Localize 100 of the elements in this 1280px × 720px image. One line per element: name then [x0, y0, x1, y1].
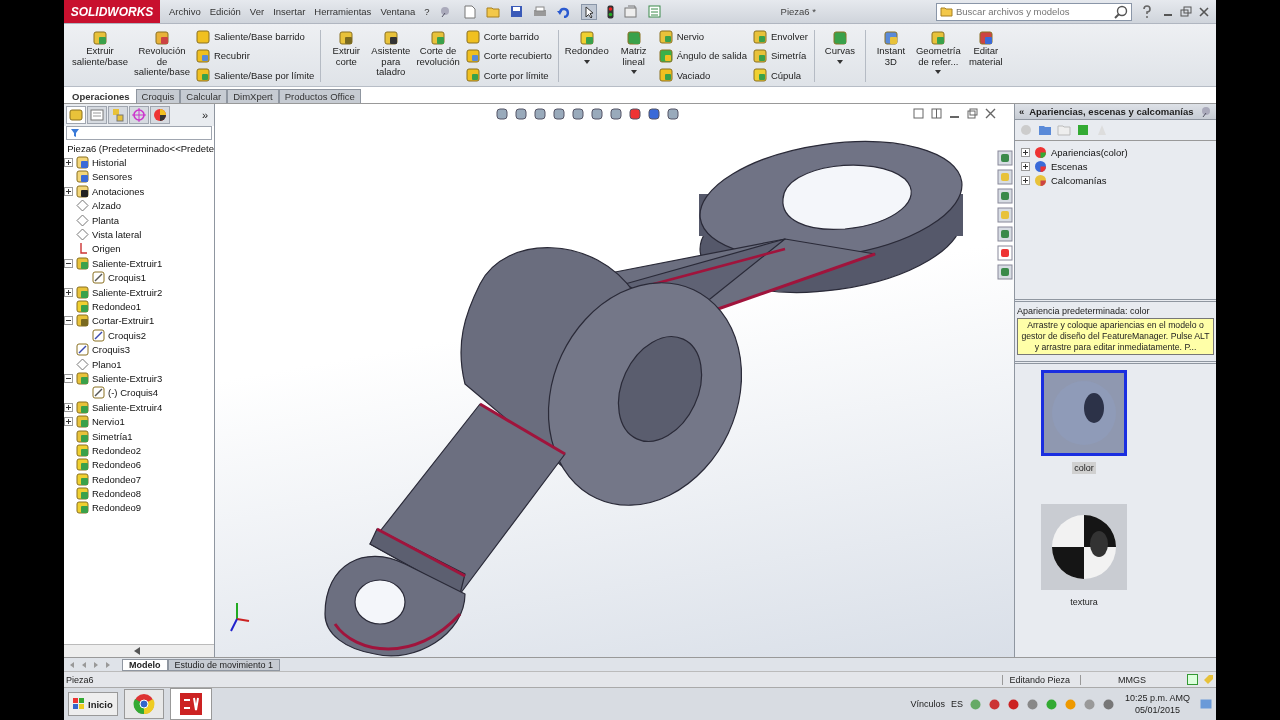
printer-icon[interactable]	[532, 5, 547, 18]
tray-icon[interactable]	[987, 697, 1001, 711]
ribbon-button[interactable]: Recubrir	[195, 49, 315, 63]
split-view-icon[interactable]	[931, 108, 942, 119]
tree-item[interactable]: Sensores	[92, 171, 133, 183]
tree-item[interactable]: Croquis3	[92, 344, 131, 356]
tree-item[interactable]: Saliente-Extruir1	[92, 257, 163, 269]
menu-item[interactable]: Ver	[249, 6, 265, 17]
tree-item[interactable]: Escenas	[1051, 161, 1088, 173]
tab[interactable]: Modelo	[122, 658, 168, 671]
tree-item[interactable]: Apariencias(color)	[1051, 146, 1128, 158]
tree-item[interactable]: Nervio1	[92, 416, 125, 428]
tree-item[interactable]: Redondeo6	[92, 459, 142, 471]
feature-tree-icon[interactable]	[66, 106, 86, 124]
tree-item[interactable]: Croquis2	[108, 329, 147, 341]
expand-toggle[interactable]	[64, 186, 73, 196]
ribbon-button[interactable]: Simetría	[752, 49, 808, 63]
search-icon[interactable]	[1114, 4, 1128, 19]
expand-toggle[interactable]	[1021, 176, 1030, 186]
pin-icon[interactable]	[438, 5, 451, 18]
appearance-thumbnail[interactable]	[1041, 504, 1127, 590]
menu-item[interactable]: Herramientas	[314, 6, 372, 17]
tree-item[interactable]: Cortar-Extruir1	[92, 315, 155, 327]
menu-item[interactable]: Insertar	[273, 6, 306, 17]
tree-item[interactable]: Simetría1	[92, 430, 133, 442]
save-icon[interactable]	[509, 5, 523, 18]
ribbon-button[interactable]: Saliente/Base barrido	[195, 29, 315, 44]
tree-item[interactable]: Redondeo9	[92, 502, 142, 514]
expand-toggle[interactable]	[64, 316, 73, 326]
tree-item[interactable]: Calcomanías	[1051, 175, 1107, 187]
restore-icon[interactable]	[967, 108, 978, 119]
tree-item[interactable]: Croquis1	[108, 272, 147, 284]
search-field[interactable]: Buscar archivos y modelos	[956, 6, 1111, 17]
ribbon-button[interactable]: Vaciado	[658, 68, 747, 83]
start-button[interactable]: Inicio	[68, 692, 118, 716]
ribbon-button[interactable]: Envolver	[752, 29, 808, 44]
caret-icon[interactable]	[836, 59, 843, 64]
tab[interactable]: Calcular	[180, 89, 228, 103]
split-view-icon[interactable]	[913, 108, 924, 119]
tree-item[interactable]: Redondeo8	[92, 488, 142, 500]
caret-icon[interactable]	[630, 70, 637, 74]
expand-panel-button[interactable]: »	[197, 109, 212, 121]
tab[interactable]: Croquis	[135, 89, 181, 103]
filter-field[interactable]	[66, 126, 212, 140]
scroll-arrow-icon[interactable]	[134, 647, 140, 655]
tree-item[interactable]: Plano1	[92, 358, 122, 370]
restore-icon[interactable]	[1180, 5, 1192, 18]
tree-item[interactable]: Planta	[92, 214, 119, 226]
tree-item[interactable]: Pieza6 (Predeterminado<<Predete	[67, 142, 214, 154]
close-icon[interactable]	[985, 108, 996, 119]
ribbon-button[interactable]: Corte barrido	[465, 29, 552, 44]
property-sheet-icon[interactable]	[87, 106, 107, 124]
tree-item[interactable]: Redondeo7	[92, 473, 142, 485]
undo-icon[interactable]	[556, 5, 571, 18]
tree-item[interactable]: Anotaciones	[92, 185, 145, 197]
ribbon-button[interactable]: Extruir saliente/base	[72, 26, 128, 86]
tray-icon[interactable]	[1006, 697, 1020, 711]
pointer-icon[interactable]	[580, 3, 597, 20]
search-box[interactable]: Buscar archivos y modelos	[936, 2, 1132, 21]
ribbon-button[interactable]: Corte de revolución	[416, 26, 460, 86]
language-indicator[interactable]: ES	[950, 699, 963, 709]
tree-item[interactable]: Origen	[92, 243, 121, 255]
ribbon-button[interactable]: Extruir corte	[327, 26, 366, 86]
ribbon-button[interactable]: Asistente para taladro	[371, 26, 411, 86]
pin-icon[interactable]	[1200, 105, 1212, 118]
tray-icon[interactable]	[1025, 697, 1039, 711]
expand-toggle[interactable]	[64, 373, 73, 383]
tray-icon[interactable]	[1101, 697, 1115, 711]
ribbon-button[interactable]: Cúpula	[752, 68, 808, 83]
taskbar-button[interactable]	[123, 689, 164, 719]
expand-toggle[interactable]	[1021, 147, 1030, 157]
ribbon-button[interactable]: Nervio	[658, 29, 747, 44]
close-icon[interactable]	[1198, 5, 1210, 18]
tree-item[interactable]: Historial	[92, 157, 127, 169]
expand-toggle[interactable]	[1021, 162, 1030, 172]
tree-item[interactable]: Redondeo1	[92, 301, 142, 312]
ribbon-button[interactable]: Instant 3D	[871, 26, 910, 86]
ribbon-button[interactable]: Editar material	[966, 26, 1005, 86]
ribbon-button[interactable]: Geometría de refer...	[915, 26, 961, 86]
caret-icon[interactable]	[935, 70, 942, 74]
tree-item[interactable]: Saliente-Extruir3	[92, 372, 163, 384]
expand-toggle[interactable]	[64, 417, 73, 427]
ribbon-button[interactable]: Curvas	[820, 26, 859, 86]
tab[interactable]: DimXpert	[227, 89, 279, 103]
display-icon[interactable]	[150, 106, 170, 124]
tab[interactable]: Productos Office	[278, 89, 361, 103]
tree-item[interactable]: Vista lateral	[92, 229, 142, 241]
tree-item[interactable]: Alzado	[92, 200, 122, 212]
tree-item[interactable]: Redondeo2	[92, 444, 142, 456]
expand-toggle[interactable]	[64, 158, 73, 168]
traffic-light-icon[interactable]	[606, 4, 614, 19]
ribbon-button[interactable]: Revolución de saliente/base	[134, 26, 190, 86]
ribbon-button[interactable]: Saliente/Base por límite	[195, 68, 315, 83]
menu-item[interactable]: Ventana	[380, 6, 416, 17]
menu-item[interactable]: Archivo	[169, 6, 201, 17]
tree-item[interactable]: Saliente-Extruir2	[92, 286, 163, 298]
toolbar-label[interactable]: Vínculos	[910, 699, 945, 709]
help-icon[interactable]	[1141, 4, 1153, 19]
options-icon[interactable]	[623, 5, 638, 18]
ribbon-button[interactable]: Corte recubierto	[465, 49, 552, 63]
